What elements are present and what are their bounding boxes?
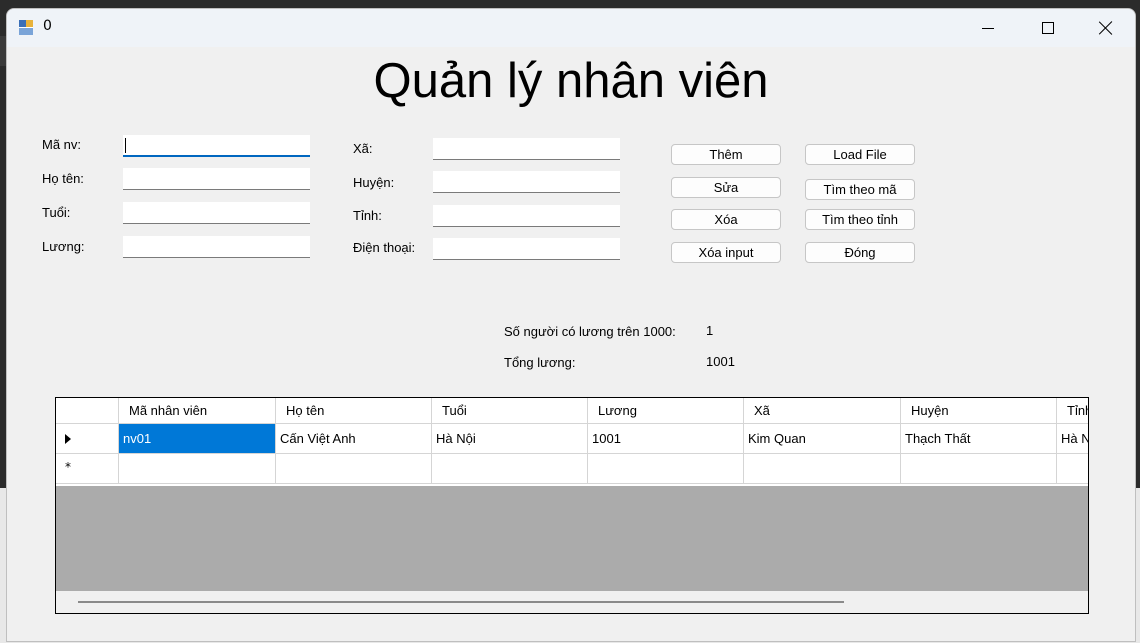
high-salary-count-label: Số người có lương trên 1000:: [504, 324, 676, 339]
table-cell[interactable]: [744, 454, 901, 484]
table-cell[interactable]: [119, 454, 276, 484]
search-by-id-button[interactable]: Tìm theo mã: [805, 179, 915, 200]
text-caret: [125, 138, 126, 153]
grid-corner-header[interactable]: [56, 398, 119, 424]
province-field[interactable]: [433, 205, 620, 227]
column-header[interactable]: Xã: [744, 398, 901, 424]
close-window-button[interactable]: [1077, 9, 1135, 47]
app-icon: [19, 20, 33, 35]
commune-label: Xã:: [353, 141, 373, 156]
title-bar[interactable]: 0: [7, 9, 1135, 47]
table-cell[interactable]: [1057, 454, 1088, 484]
table-cell[interactable]: Hà Nội: [1057, 424, 1088, 454]
minimize-icon: [982, 27, 994, 29]
page-title: Quản lý nhân viên: [373, 54, 769, 108]
clear-input-button[interactable]: Xóa input: [671, 242, 781, 263]
commune-field[interactable]: [433, 138, 620, 160]
total-salary-label: Tổng lương:: [504, 355, 576, 370]
close-icon: [1099, 21, 1113, 35]
horizontal-scrollbar[interactable]: [56, 591, 1088, 613]
column-header[interactable]: Tỉnh: [1057, 398, 1088, 424]
table-cell[interactable]: 1001: [588, 424, 744, 454]
phone-field[interactable]: [433, 238, 620, 260]
table-cell[interactable]: Kim Quan: [744, 424, 901, 454]
new-row-header[interactable]: *: [56, 454, 119, 484]
district-label: Huyện:: [353, 175, 395, 190]
column-header[interactable]: Mã nhân viên: [119, 398, 276, 424]
load-file-button[interactable]: Load File: [805, 144, 915, 165]
delete-button[interactable]: Xóa: [671, 209, 781, 230]
maximize-button[interactable]: [1019, 9, 1077, 47]
table-cell[interactable]: Thạch Thất: [901, 424, 1057, 454]
grid-content: Mã nhân viên Họ tên Tuổi Lương Xã Huyện …: [56, 398, 1088, 486]
employee-management-window: 0 Quản lý nhân viên Mã nv: Họ tên: Tuổi:…: [6, 8, 1136, 642]
salary-label: Lương:: [42, 239, 85, 254]
total-salary-value: 1001: [706, 354, 735, 369]
table-cell[interactable]: [588, 454, 744, 484]
high-salary-count-value: 1: [706, 323, 714, 338]
search-by-province-button[interactable]: Tìm theo tỉnh: [805, 209, 915, 230]
employee-id-field[interactable]: [123, 135, 310, 157]
table-cell[interactable]: [901, 454, 1057, 484]
new-row-star-icon: *: [65, 460, 71, 474]
province-label: Tỉnh:: [353, 208, 382, 223]
column-header[interactable]: Tuổi: [432, 398, 588, 424]
table-cell[interactable]: [276, 454, 432, 484]
employee-grid[interactable]: Mã nhân viên Họ tên Tuổi Lương Xã Huyện …: [55, 397, 1089, 614]
column-header[interactable]: Huyện: [901, 398, 1057, 424]
employee-id-label: Mã nv:: [42, 137, 82, 152]
table-cell[interactable]: nv01: [119, 424, 276, 454]
edit-button[interactable]: Sửa: [671, 177, 781, 198]
row-header[interactable]: [56, 424, 119, 454]
column-header[interactable]: Họ tên: [276, 398, 432, 424]
current-row-arrow-icon: [65, 434, 71, 444]
district-field[interactable]: [433, 171, 620, 193]
phone-label: Điện thoại:: [353, 240, 416, 255]
full-name-field[interactable]: [123, 168, 310, 190]
column-header[interactable]: Lương: [588, 398, 744, 424]
add-button[interactable]: Thêm: [671, 144, 781, 165]
scrollbar-thumb[interactable]: [78, 601, 844, 603]
close-button[interactable]: Đóng: [805, 242, 915, 263]
table-cell[interactable]: Hà Nội: [432, 424, 588, 454]
maximize-icon: [1042, 22, 1054, 34]
salary-field[interactable]: [123, 236, 310, 258]
age-field[interactable]: [123, 202, 310, 224]
table-cell[interactable]: Cấn Việt Anh: [276, 424, 432, 454]
age-label: Tuổi:: [42, 205, 71, 220]
minimize-button[interactable]: [959, 9, 1017, 47]
table-cell[interactable]: [432, 454, 588, 484]
window-title: 0: [43, 18, 52, 34]
full-name-label: Họ tên:: [42, 171, 84, 186]
